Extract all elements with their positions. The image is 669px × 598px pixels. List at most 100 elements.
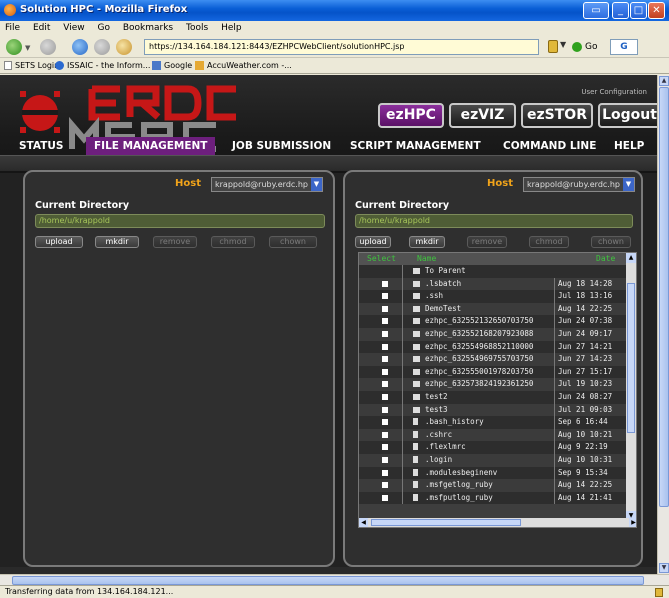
- table-row[interactable]: .msfputlog_ruby Aug 14 21:41: [359, 491, 627, 505]
- lock-icon[interactable]: [548, 40, 558, 53]
- table-row[interactable]: .lsbatch Aug 18 14:28: [359, 277, 627, 291]
- mkdir-button[interactable]: mkdir: [95, 236, 139, 248]
- select-checkbox[interactable]: [382, 293, 388, 300]
- select-checkbox[interactable]: [382, 280, 388, 287]
- table-horizontal-scrollbar[interactable]: ◀ ▶: [359, 518, 636, 527]
- file-name[interactable]: ezhpc_632555001978203750: [425, 366, 551, 379]
- select-checkbox[interactable]: [382, 419, 388, 426]
- file-name[interactable]: .login: [425, 454, 551, 467]
- ipod-icon[interactable]: ▭: [583, 2, 609, 19]
- back-button[interactable]: [6, 39, 22, 55]
- table-row[interactable]: .login Aug 10 10:31: [359, 453, 627, 467]
- file-name[interactable]: .modulesbeginenv: [425, 467, 551, 480]
- reload-button[interactable]: [72, 39, 88, 55]
- scroll-right-icon[interactable]: ▶: [629, 518, 636, 527]
- current-directory-field[interactable]: /home/u/krappold: [35, 214, 325, 228]
- table-row[interactable]: .bash_history Sep 6 16:44: [359, 416, 627, 429]
- select-checkbox[interactable]: [382, 330, 388, 337]
- file-name[interactable]: ezhpc_632552168207923088: [425, 328, 551, 341]
- table-row[interactable]: ezhpc_632554969755703750 Jun 27 14:23: [359, 353, 627, 366]
- scroll-thumb[interactable]: [12, 576, 644, 585]
- table-row[interactable]: ezhpc_632552132650703750 Jun 24 07:38: [359, 315, 627, 328]
- back-dropdown-icon[interactable]: ▼: [25, 44, 33, 52]
- select-checkbox[interactable]: [382, 482, 388, 489]
- select-checkbox[interactable]: [382, 356, 388, 363]
- file-name[interactable]: .ssh: [425, 290, 551, 303]
- chown-button[interactable]: chown: [591, 236, 631, 248]
- upload-button[interactable]: upload: [355, 236, 391, 248]
- scroll-down-icon[interactable]: ▼: [659, 563, 669, 573]
- close-button[interactable]: ✕: [648, 2, 665, 19]
- select-checkbox[interactable]: [382, 343, 388, 350]
- chmod-button[interactable]: chmod: [529, 236, 569, 248]
- table-row[interactable]: ezhpc_632552168207923088 Jun 24 09:17: [359, 327, 627, 341]
- table-row[interactable]: .msfgetlog_ruby Aug 14 22:25: [359, 479, 627, 492]
- bookmark-google[interactable]: Google: [164, 61, 192, 70]
- tab-command-line[interactable]: COMMAND LINE: [503, 137, 596, 155]
- select-checkbox[interactable]: [382, 494, 388, 501]
- file-name[interactable]: test2: [425, 391, 551, 404]
- table-row[interactable]: .cshrc Aug 10 10:21: [359, 428, 627, 442]
- file-name[interactable]: ezhpc_632554969755703750: [425, 353, 551, 366]
- table-row[interactable]: test2 Jun 24 08:27: [359, 390, 627, 404]
- menu-help[interactable]: Help: [221, 23, 242, 33]
- menu-go[interactable]: Go: [97, 23, 109, 33]
- select-checkbox[interactable]: [382, 393, 388, 400]
- url-dropdown-icon[interactable]: ▼: [560, 40, 566, 49]
- file-name[interactable]: ezhpc_632552132650703750: [425, 315, 551, 328]
- tab-help[interactable]: HELP: [614, 137, 644, 155]
- tab-script-management[interactable]: SCRIPT MANAGEMENT: [350, 137, 481, 155]
- file-name[interactable]: .msfgetlog_ruby: [425, 479, 551, 492]
- file-name[interactable]: .bash_history: [425, 416, 551, 429]
- tab-file-management[interactable]: FILE MANAGEMENT: [86, 137, 216, 155]
- lock-icon[interactable]: [655, 588, 663, 597]
- menu-file[interactable]: File: [5, 23, 20, 33]
- host-select[interactable]: krappold@ruby.erdc.hp ▼: [523, 177, 635, 192]
- page-horizontal-scrollbar[interactable]: [0, 574, 669, 585]
- table-vertical-scrollbar[interactable]: ▲ ▼: [626, 253, 636, 521]
- table-row[interactable]: .flexlmrc Aug 9 22:19: [359, 441, 627, 454]
- forward-button[interactable]: [40, 39, 56, 55]
- select-checkbox[interactable]: [382, 406, 388, 413]
- menu-tools[interactable]: Tools: [186, 23, 208, 33]
- table-row[interactable]: DemoTest Aug 14 22:25: [359, 302, 627, 316]
- page-vertical-scrollbar[interactable]: ▲ ▼: [657, 75, 669, 574]
- stop-button[interactable]: [94, 39, 110, 55]
- menu-edit[interactable]: Edit: [33, 23, 50, 33]
- file-name[interactable]: ezhpc_632554968852110000: [425, 341, 551, 354]
- file-name[interactable]: .msfputlog_ruby: [425, 492, 551, 505]
- ezhpc-button[interactable]: ezHPC: [378, 103, 444, 128]
- select-checkbox[interactable]: [382, 444, 388, 451]
- home-button[interactable]: [116, 39, 132, 55]
- select-checkbox[interactable]: [382, 368, 388, 375]
- scroll-thumb[interactable]: [627, 283, 635, 433]
- scroll-left-icon[interactable]: ◀: [359, 518, 368, 527]
- chown-button[interactable]: chown: [269, 236, 317, 248]
- bookmark-accuweather[interactable]: AccuWeather.com -...: [207, 61, 292, 70]
- menu-view[interactable]: View: [63, 23, 84, 33]
- table-row[interactable]: .ssh Jul 18 13:16: [359, 290, 627, 303]
- bookmark-issaic[interactable]: ISSAIC - the Inform...: [67, 61, 150, 70]
- select-checkbox[interactable]: [382, 318, 388, 325]
- remove-button[interactable]: remove: [153, 236, 197, 248]
- menu-bookmarks[interactable]: Bookmarks: [123, 23, 173, 33]
- select-checkbox[interactable]: [382, 456, 388, 463]
- logout-button[interactable]: Logout: [598, 103, 657, 128]
- tab-job-submission[interactable]: JOB SUBMISSION: [232, 137, 331, 155]
- file-name[interactable]: test3: [425, 404, 551, 417]
- file-name[interactable]: ezhpc_632573824192361250: [425, 378, 551, 391]
- scroll-up-icon[interactable]: ▲: [659, 76, 669, 86]
- select-checkbox[interactable]: [382, 381, 388, 388]
- url-bar[interactable]: https://134.164.184.121:8443/EZHPCWebCli…: [144, 39, 539, 55]
- table-row[interactable]: test3 Jul 21 09:03: [359, 403, 627, 417]
- scroll-thumb[interactable]: [659, 87, 669, 507]
- file-name[interactable]: To Parent: [425, 265, 551, 278]
- go-button[interactable]: Go: [572, 39, 604, 55]
- table-row[interactable]: ezhpc_632573824192361250 Jul 19 10:23: [359, 378, 627, 391]
- column-name[interactable]: Name: [417, 253, 436, 265]
- search-engine-icon[interactable]: G: [610, 39, 638, 55]
- mkdir-button[interactable]: mkdir: [409, 236, 445, 248]
- scroll-thumb[interactable]: [371, 519, 521, 526]
- column-date[interactable]: Date: [596, 253, 615, 265]
- file-name[interactable]: DemoTest: [425, 303, 551, 316]
